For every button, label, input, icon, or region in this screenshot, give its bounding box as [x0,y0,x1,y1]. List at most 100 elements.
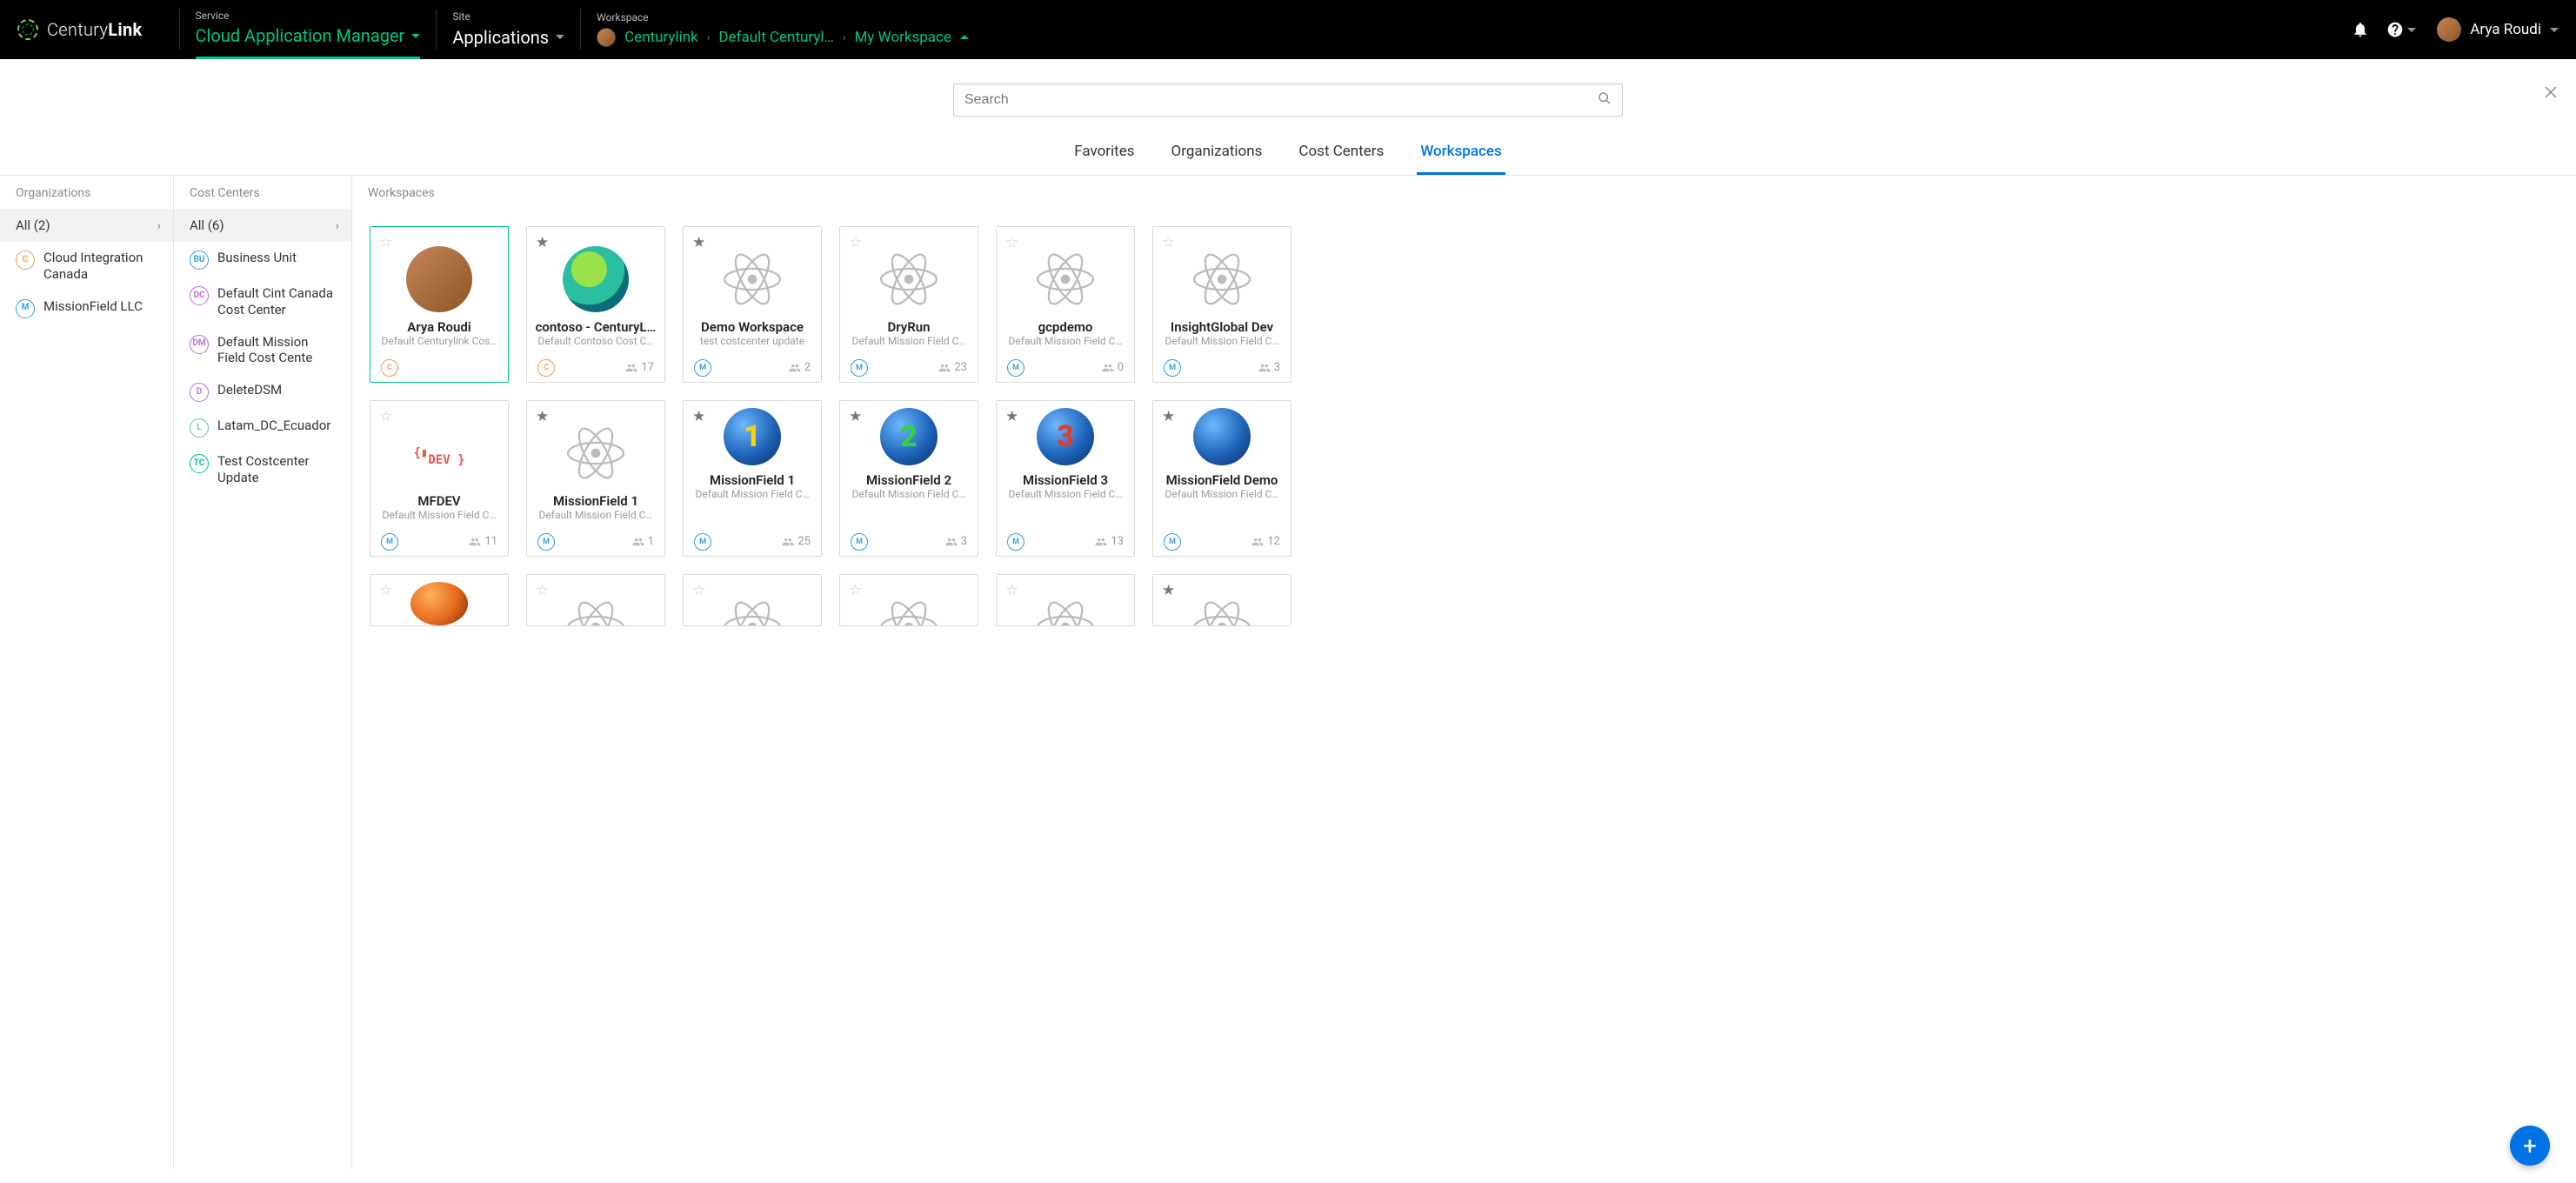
cc-item[interactable]: TC Test Costcenter Update [174,445,351,494]
cc-item[interactable]: BU Business Unit [174,242,351,277]
tab-organizations[interactable]: Organizations [1168,143,1266,175]
workspace-card[interactable]: ☆ gcpdemo Default Mission Field C… M 0 [996,226,1135,383]
workspace-card[interactable]: ☆ [839,574,978,626]
star-icon[interactable]: ★ [692,234,705,251]
workspace-card[interactable]: ☆ Arya Roudi Default Centurylink Cos… C [370,226,509,383]
workspace-card[interactable]: ★ contoso - CenturyL… Default Contoso Co… [526,226,665,383]
card-footer: M 23 [847,351,971,382]
star-icon[interactable]: ☆ [536,582,549,599]
star-icon[interactable]: ★ [1005,408,1018,425]
workspace-card[interactable]: ★ [1152,574,1291,626]
workspace-card[interactable]: ★ 1 MissionField 1 Default Mission Field… [683,400,822,557]
plus-icon: + [2523,1132,2537,1160]
workspace-card[interactable]: ☆ [370,574,509,626]
service-selector[interactable]: Service Cloud Application Manager [196,0,421,59]
close-icon [2543,84,2559,100]
card-title: contoso - CenturyL… [536,319,657,335]
star-icon[interactable]: ☆ [379,234,392,251]
cc-item[interactable]: L Latam_DC_Ecuador [174,410,351,445]
star-icon[interactable]: ★ [1162,408,1175,425]
breadcrumb-costcenter[interactable]: Default Centuryl… [718,29,833,46]
card-title: DryRun [887,319,930,335]
service-value: Cloud Application Manager [196,25,405,46]
workspace-card[interactable]: ☆ InsightGlobal Dev Default Mission Fiel… [1152,226,1291,383]
workspace-card[interactable]: ★ Demo Workspace test costcenter update … [683,226,822,383]
members-icon [1258,362,1271,374]
separator [580,10,581,50]
workspace-card[interactable]: ☆ [526,574,665,626]
star-icon[interactable]: ★ [1162,582,1175,599]
star-icon[interactable]: ☆ [849,234,862,251]
card-title: MissionField 1 [710,472,795,488]
help-icon [2386,21,2404,38]
members-icon [632,536,644,548]
search-input[interactable] [964,92,1598,108]
card-footer: C 17 [534,351,657,382]
members-icon [938,362,951,374]
workspace-thumb [876,246,942,312]
card-subtitle: test costcenter update [700,335,804,347]
card-footer: M 3 [847,525,971,556]
workspace-card[interactable]: ☆ DryRun Default Mission Field C… M 23 [839,226,978,383]
tabs: Favorites Organizations Cost Centers Wor… [0,143,2576,176]
workspace-card[interactable]: ★ 3 MissionField 3 Default Mission Field… [996,400,1135,557]
org-badge-icon: M [16,299,35,318]
workspace-card[interactable]: ☆ [996,574,1135,626]
star-icon[interactable]: ☆ [692,582,705,599]
site-selector[interactable]: Site Applications [452,11,564,47]
org-item[interactable]: M MissionField LLC [0,291,173,326]
card-org-badge-icon: M [1164,533,1181,551]
tab-favorites[interactable]: Favorites [1071,143,1138,175]
star-icon[interactable]: ☆ [1162,234,1175,251]
caret-down-icon [411,34,420,38]
breadcrumb-workspace[interactable]: My Workspace [854,29,951,46]
star-icon[interactable]: ☆ [849,582,862,599]
cc-item-label: Default Cint Canada Cost Center [217,285,337,318]
star-icon[interactable]: ☆ [379,582,392,599]
breadcrumb-org[interactable]: Centurylink [624,29,698,46]
star-icon[interactable]: ★ [849,408,862,425]
organizations-column: Organizations All (2) › C Cloud Integrat… [0,176,174,1169]
globe-icon [1193,408,1251,465]
star-icon[interactable]: ☆ [1005,234,1018,251]
star-icon[interactable]: ☆ [1005,582,1018,599]
star-icon[interactable]: ☆ [379,408,392,425]
avatar-icon [406,246,472,312]
atom-icon [563,420,629,486]
atom-icon [876,246,942,312]
star-icon[interactable]: ★ [536,408,549,425]
user-menu[interactable]: Arya Roudi [2437,17,2559,42]
workspace-card[interactable]: ☆ [683,574,822,626]
notifications-button[interactable] [2352,21,2369,38]
tab-workspaces[interactable]: Workspaces [1417,143,1505,175]
cc-item[interactable]: DM Default Mission Field Cost Cente [174,326,351,375]
search-box[interactable] [953,84,1623,117]
workspace-card[interactable]: ★ 2 MissionField 2 Default Mission Field… [839,400,978,557]
chevron-right-icon: › [335,217,339,233]
members-icon [1095,536,1107,548]
star-icon[interactable]: ★ [536,234,549,251]
org-item[interactable]: C Cloud Integration Canada [0,242,173,291]
card-members: 25 [782,535,811,548]
card-org-badge-icon: M [1007,359,1024,377]
brand[interactable]: CenturyLink [17,19,143,40]
tab-cost-centers[interactable]: Cost Centers [1295,143,1387,175]
globe-2-icon: 2 [880,408,938,465]
workspace-card[interactable]: ★ MissionField Demo Default Mission Fiel… [1152,400,1291,557]
help-button[interactable] [2386,21,2416,38]
add-button[interactable]: + [2510,1126,2550,1166]
star-icon[interactable]: ★ [692,408,705,425]
card-footer: M 3 [1160,351,1284,382]
cc-badge-icon: BU [190,251,209,270]
workspace-card[interactable]: ☆ { ▮DEV } MFDEV Default Mission Field C… [370,400,509,557]
cc-item[interactable]: D DeleteDSM [174,374,351,410]
cc-item[interactable]: DC Default Cint Canada Cost Center [174,277,351,326]
ccs-all-row[interactable]: All (6) › [174,209,351,242]
orgs-all-row[interactable]: All (2) › [0,209,173,242]
close-button[interactable] [2543,84,2559,105]
members-icon [625,362,637,374]
workspace-card[interactable]: ★ MissionField 1 Default Mission Field C… [526,400,665,557]
workspace-thumb [1189,594,1255,626]
card-title: MissionField 1 [553,493,638,509]
workspace-selector[interactable]: Workspace Centurylink › Default Centuryl… [597,12,969,46]
